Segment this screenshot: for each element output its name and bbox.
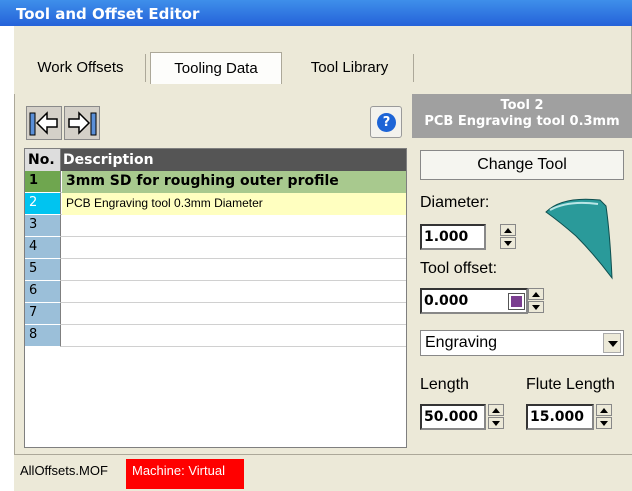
- import-button[interactable]: [26, 106, 62, 140]
- table-header: No. Description: [25, 149, 406, 171]
- import-arrow-icon: [29, 111, 58, 136]
- length-label: Length: [420, 376, 469, 393]
- row-number: 6: [25, 281, 61, 303]
- diameter-spinner[interactable]: [500, 224, 516, 250]
- help-icon: ?: [377, 113, 396, 132]
- tab-tool-library[interactable]: Tool Library: [286, 54, 414, 82]
- spin-up-icon[interactable]: [500, 224, 516, 236]
- row-number: 2: [25, 193, 61, 215]
- engraving-tool-icon: [545, 198, 613, 280]
- table-row[interactable]: 8: [25, 325, 406, 347]
- row-number: 5: [25, 259, 61, 281]
- tool-header: Tool 2 PCB Engraving tool 0.3mm: [412, 94, 632, 138]
- tool-details-panel: Tool 2 PCB Engraving tool 0.3mm Change T…: [412, 94, 632, 454]
- row-description[interactable]: [62, 215, 406, 237]
- flute-length-field[interactable]: 15.000: [526, 404, 594, 430]
- calculator-icon[interactable]: [508, 293, 525, 310]
- table-row[interactable]: 2 PCB Engraving tool 0.3mm Diameter: [25, 193, 406, 215]
- tool-offset-label: Tool offset:: [420, 260, 498, 277]
- spin-up-icon[interactable]: [596, 404, 612, 416]
- tool-subtitle: PCB Engraving tool 0.3mm: [424, 114, 620, 129]
- row-number: 3: [25, 215, 61, 237]
- length-field[interactable]: 50.000: [420, 404, 486, 430]
- row-description[interactable]: [62, 303, 406, 325]
- row-number: 7: [25, 303, 61, 325]
- row-description[interactable]: [62, 325, 406, 347]
- spin-down-icon[interactable]: [528, 301, 544, 313]
- window-title: Tool and Offset Editor: [0, 0, 632, 26]
- spin-down-icon[interactable]: [488, 417, 504, 429]
- export-button[interactable]: [64, 106, 100, 140]
- diameter-field[interactable]: 1.000: [420, 224, 486, 250]
- row-description[interactable]: [62, 281, 406, 303]
- column-header-description: Description: [63, 152, 154, 168]
- tool-offset-editor-window: Tool and Offset Editor Work Offsets Tool…: [0, 0, 632, 491]
- export-arrow-icon: [68, 111, 97, 136]
- tab-bar: Work Offsets Tooling Data Tool Library: [14, 26, 632, 94]
- change-tool-button[interactable]: Change Tool: [420, 150, 624, 180]
- tool-type-dropdown[interactable]: Engraving: [420, 330, 624, 356]
- tool-offset-spinner[interactable]: [528, 288, 544, 314]
- row-description[interactable]: 3mm SD for roughing outer profile: [62, 171, 406, 193]
- spin-down-icon[interactable]: [596, 417, 612, 429]
- chevron-down-icon[interactable]: [603, 333, 621, 353]
- status-file: AllOffsets.MOF: [20, 463, 108, 478]
- tool-title: Tool 2: [500, 98, 544, 113]
- table-row[interactable]: 4: [25, 237, 406, 259]
- row-number: 8: [25, 325, 61, 347]
- diameter-label: Diameter:: [420, 194, 490, 211]
- tab-tooling-data[interactable]: Tooling Data: [150, 52, 282, 84]
- tool-type-value: Engraving: [425, 334, 498, 351]
- column-header-no: No.: [25, 149, 61, 171]
- table-row[interactable]: 6: [25, 281, 406, 303]
- flute-length-spinner[interactable]: [596, 404, 612, 430]
- length-spinner[interactable]: [488, 404, 504, 430]
- row-number: 4: [25, 237, 61, 259]
- table-row[interactable]: 1 3mm SD for roughing outer profile: [25, 171, 406, 193]
- spin-up-icon[interactable]: [528, 288, 544, 300]
- spin-up-icon[interactable]: [488, 404, 504, 416]
- flute-length-label: Flute Length: [526, 376, 615, 393]
- row-number: 1: [25, 171, 61, 193]
- tab-work-offsets[interactable]: Work Offsets: [16, 54, 146, 82]
- status-bar: AllOffsets.MOF Machine: Virtual: [14, 454, 632, 491]
- spin-down-icon[interactable]: [500, 237, 516, 249]
- row-description[interactable]: [62, 237, 406, 259]
- table-row[interactable]: 7: [25, 303, 406, 325]
- table-row[interactable]: 3: [25, 215, 406, 237]
- machine-status-badge: Machine: Virtual: [126, 459, 244, 489]
- help-button[interactable]: ?: [370, 106, 402, 138]
- table-row[interactable]: 5: [25, 259, 406, 281]
- row-description[interactable]: [62, 259, 406, 281]
- row-description[interactable]: PCB Engraving tool 0.3mm Diameter: [62, 193, 406, 215]
- tool-table[interactable]: No. Description 1 3mm SD for roughing ou…: [24, 148, 407, 448]
